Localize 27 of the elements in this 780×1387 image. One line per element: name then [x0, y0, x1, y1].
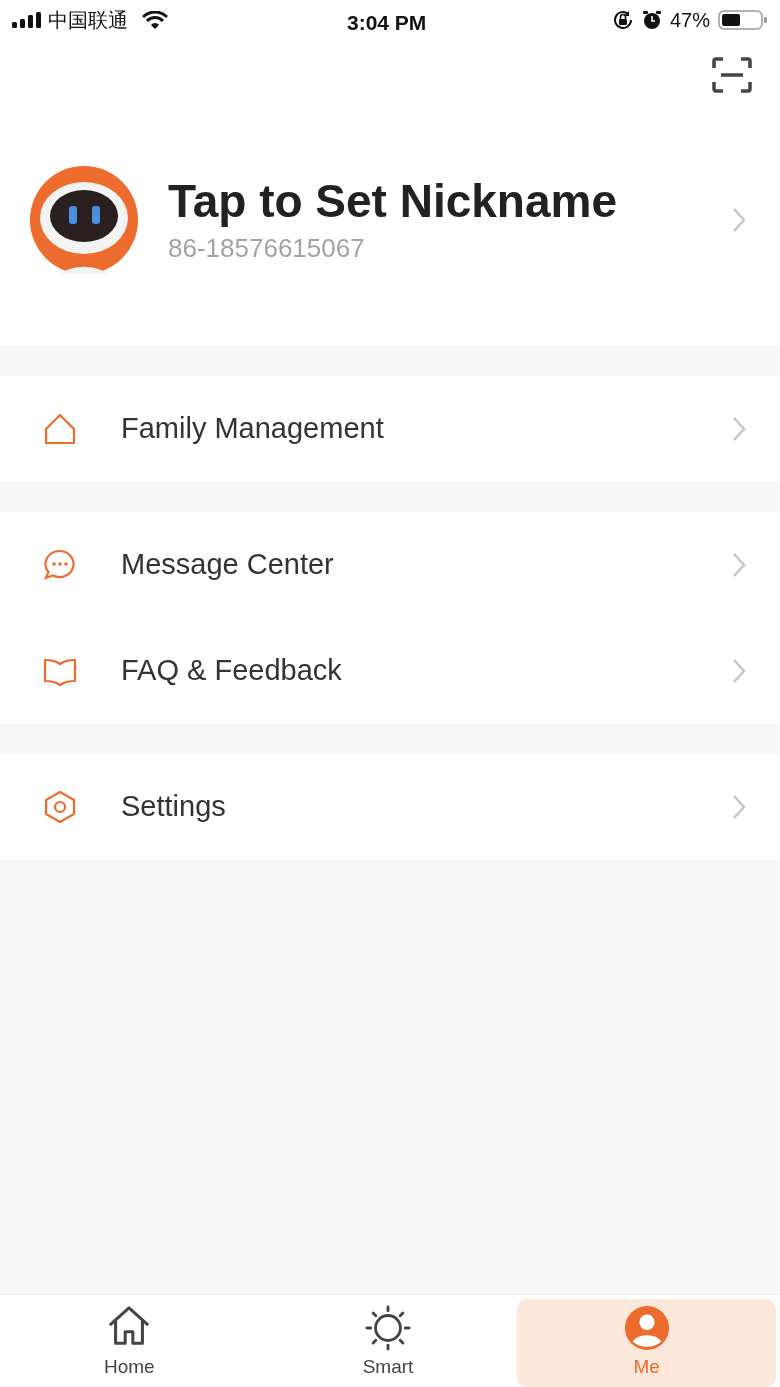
account-number: 86-18576615067: [168, 231, 366, 265]
chat-bubble-icon: [43, 548, 77, 582]
signal-icon: [12, 12, 42, 28]
battery-percentage: 47%: [669, 8, 710, 33]
settings-icon: [43, 790, 77, 824]
tab-button[interactable]: Smart: [258, 1295, 518, 1387]
chevron-icon: [732, 416, 746, 442]
menu-item[interactable]: Settings: [0, 754, 780, 860]
wifi-icon: [142, 11, 168, 29]
menu-item[interactable]: Family Management: [0, 376, 780, 482]
nickname: Tap to Set Nickname: [168, 173, 618, 229]
chevron-icon: [732, 552, 746, 578]
chevron-icon: [732, 207, 746, 233]
chevron-icon: [732, 794, 746, 820]
menu-item[interactable]: Message Center: [0, 512, 780, 618]
house-icon: [43, 412, 77, 446]
scan-icon[interactable]: [712, 57, 752, 93]
chevron-icon: [732, 658, 746, 684]
status-time: 3:04 PM: [347, 10, 427, 36]
battery-icon: [718, 9, 768, 31]
alarm-icon: [641, 10, 662, 30]
tab-button[interactable]: Home: [0, 1295, 259, 1387]
carrier-name: 中国联通: [48, 8, 128, 33]
sun-icon: [365, 1304, 411, 1351]
user-icon: [623, 1304, 670, 1351]
menu-item[interactable]: FAQ & Feedback: [0, 618, 780, 724]
rotation-lock-icon: [611, 9, 634, 31]
